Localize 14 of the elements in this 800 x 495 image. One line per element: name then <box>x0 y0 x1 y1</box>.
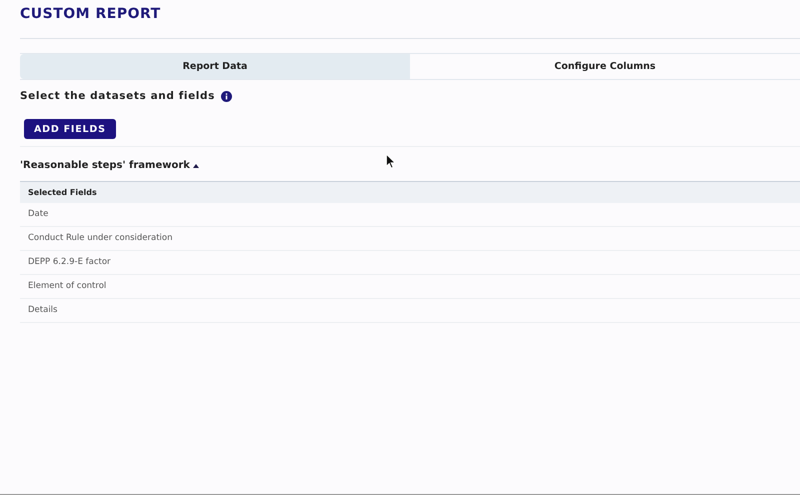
caret-icon <box>192 164 199 168</box>
table-cell: Date <box>20 203 800 227</box>
cursor-icon <box>386 154 396 169</box>
column-header: Selected Fields <box>20 182 800 203</box>
dataset-toggle[interactable]: 'Reasonable steps' framework <box>20 156 199 175</box>
section-heading: Select the datasets and fields <box>20 90 215 102</box>
table-cell: Conduct Rule under consideration <box>20 227 800 251</box>
table-cell: DEPP 6.2.9-E factor <box>20 251 800 275</box>
info-icon[interactable] <box>220 90 232 102</box>
table-cell: Element of control <box>20 275 800 299</box>
table-cell: Details <box>20 299 800 323</box>
tab[interactable]: Report Data <box>20 54 410 79</box>
page-title: CUSTOM REPORT <box>20 5 162 24</box>
add-fields-button[interactable]: ADD FIELDS <box>24 119 116 139</box>
